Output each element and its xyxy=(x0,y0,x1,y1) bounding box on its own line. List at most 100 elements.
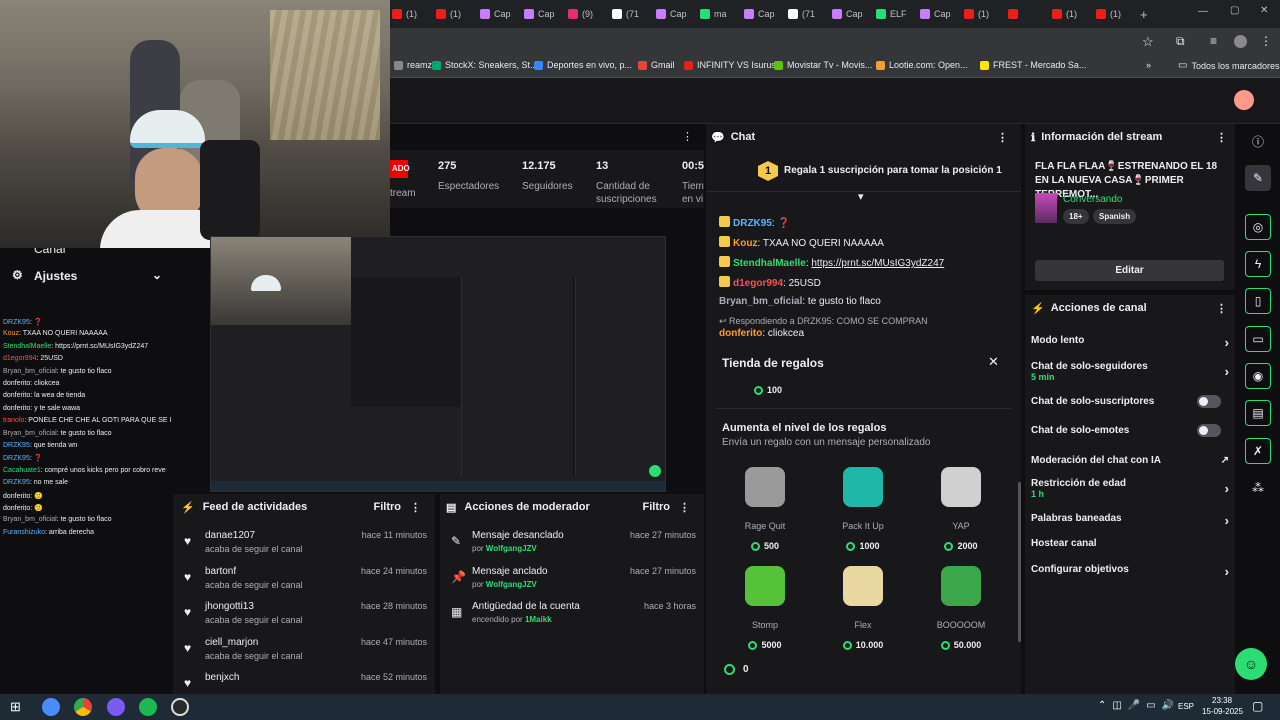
browser-tab[interactable]: Cap xyxy=(832,4,863,24)
browser-tab[interactable]: (71 xyxy=(788,4,815,24)
browser-tab[interactable]: Cap xyxy=(920,4,951,24)
channel-action-item[interactable]: Chat de solo-emotes xyxy=(1031,424,1229,437)
browser-tab[interactable]: (1) xyxy=(1052,4,1077,24)
scrollbar[interactable] xyxy=(1018,482,1021,642)
nav-item-settings[interactable]: ⚙ Ajustes ⌄ xyxy=(12,268,162,286)
bolt-icon[interactable]: ϟ xyxy=(1245,251,1271,277)
feed-username[interactable]: jhongotti13 xyxy=(205,601,254,612)
gift-item[interactable]: Stomp 5000 xyxy=(730,566,800,653)
new-tab-button[interactable]: + xyxy=(1140,4,1148,24)
activity-filter-button[interactable]: Filtro xyxy=(374,501,402,513)
browser-tab[interactable]: Cap xyxy=(524,4,555,24)
chat-link[interactable]: https://prnt.sc/MUsIG3ydZ247 xyxy=(811,258,944,269)
bookmark[interactable]: StockX: Sneakers, St... xyxy=(432,60,538,70)
feed-username[interactable]: ciell_marjon xyxy=(205,637,258,648)
chrome-icon[interactable] xyxy=(74,698,92,716)
wrench-icon[interactable]: ✗ xyxy=(1245,438,1271,464)
channel-action-item[interactable]: Restricción de edad 1 h › xyxy=(1031,478,1229,499)
collapse-icon[interactable]: ▾ xyxy=(858,190,864,203)
document-icon[interactable]: ▯ xyxy=(1245,288,1271,314)
sub-leaderboard-banner[interactable]: 1 Regala 1 suscripción para tomar la pos… xyxy=(706,150,1021,192)
bookmark[interactable]: Movistar Tv - Movis... xyxy=(774,60,872,70)
extensions-icon[interactable]: ⧉ xyxy=(1176,34,1185,49)
browser-tab[interactable]: (71 xyxy=(612,4,639,24)
stream-info-menu-icon[interactable]: ⋮ xyxy=(1216,131,1227,144)
toggle-switch[interactable] xyxy=(1197,395,1221,408)
app-icon-3[interactable] xyxy=(107,698,125,716)
more-bookmarks-button[interactable]: » xyxy=(1146,60,1151,70)
clock-time[interactable]: 23:38 xyxy=(1212,696,1232,705)
chat-username[interactable]: Kouz xyxy=(733,238,757,249)
broadcast-icon[interactable]: ◉ xyxy=(1245,363,1271,389)
menu-icon[interactable]: ⋮ xyxy=(1260,34,1272,48)
stats-menu-icon[interactable]: ⋮ xyxy=(682,130,693,143)
browser-tab[interactable]: (1) xyxy=(392,4,417,24)
browser-tab[interactable]: Cap xyxy=(656,4,687,24)
chat-username[interactable]: StendhalMaelle xyxy=(733,258,806,269)
category-thumbnail[interactable] xyxy=(1035,193,1057,223)
browser-tab[interactable]: (1) xyxy=(964,4,989,24)
toggle-switch[interactable] xyxy=(1197,424,1221,437)
all-bookmarks-folder[interactable]: ▭ Todos los marcadores xyxy=(1178,60,1280,71)
gift-item[interactable]: YAP 2000 xyxy=(926,467,996,554)
stream-preview[interactable] xyxy=(210,236,666,492)
category-link[interactable]: Conversando xyxy=(1063,194,1122,205)
chat-username[interactable]: d1egor994 xyxy=(733,278,783,289)
close-window-icon[interactable]: ✕ xyxy=(1260,5,1268,16)
bookmark[interactable]: FREST - Mercado Sa... xyxy=(980,60,1086,70)
user-avatar[interactable] xyxy=(1234,90,1254,110)
mod-action-user[interactable]: 1Maikk xyxy=(525,615,552,624)
channel-action-item[interactable]: Configurar objetivos › xyxy=(1031,564,1229,579)
queue-icon[interactable]: ≡ xyxy=(1210,34,1217,48)
tray-icons[interactable]: ⌃◫🎤▭🔊 xyxy=(1098,700,1180,711)
gift-item[interactable]: Pack It Up 1000 xyxy=(828,467,898,554)
chat-menu-icon[interactable]: ⋮ xyxy=(997,131,1008,144)
channel-action-item[interactable]: Chat de solo-seguidores 5 min › xyxy=(1031,361,1229,382)
close-icon[interactable]: ✕ xyxy=(988,354,999,370)
tag-18[interactable]: 18+ xyxy=(1063,209,1089,224)
layout-icon[interactable]: ▤ xyxy=(1245,400,1271,426)
feed-username[interactable]: bartonf xyxy=(205,566,236,577)
browser-tab[interactable] xyxy=(1008,4,1022,24)
browser-tab[interactable]: ELF xyxy=(876,4,907,24)
target-icon[interactable]: ◎ xyxy=(1245,214,1271,240)
support-chat-button[interactable]: ☺ xyxy=(1235,648,1267,680)
help-icon[interactable]: ⓘ xyxy=(1245,128,1271,154)
gift-item[interactable]: Rage Quit 500 xyxy=(730,467,800,554)
browser-tab[interactable]: Cap xyxy=(480,4,511,24)
gift-item[interactable]: Flex 10.000 xyxy=(828,566,898,653)
clock-date[interactable]: 15-09-2025 xyxy=(1202,707,1243,716)
chat-icon[interactable]: ▭ xyxy=(1245,326,1271,352)
feed-username[interactable]: benjxch xyxy=(205,672,239,683)
edit-button[interactable]: Editar xyxy=(1035,260,1224,281)
bookmark[interactable]: Gmail xyxy=(638,60,675,70)
channel-action-item[interactable]: Hostear canal xyxy=(1031,538,1229,549)
pencil-icon[interactable]: ✎ xyxy=(1245,165,1271,191)
bookmark[interactable]: Deportes en vivo, p... xyxy=(534,60,632,70)
maximize-icon[interactable]: ▢ xyxy=(1230,5,1239,16)
bookmark[interactable]: Lootie.com: Open... xyxy=(876,60,968,70)
minimize-icon[interactable]: — xyxy=(1198,6,1208,17)
gift-item[interactable]: BOOOOOM 50.000 xyxy=(926,566,996,653)
channel-action-item[interactable]: Modo lento › xyxy=(1031,335,1229,350)
notifications-icon[interactable]: ▢ xyxy=(1252,699,1263,713)
activity-menu-icon[interactable]: ⋮ xyxy=(410,501,421,514)
bookmark[interactable]: INFINITY VS Isurus xyxy=(684,60,776,70)
chat-username[interactable]: Bryan_bm_oficial xyxy=(719,296,802,307)
feed-username[interactable]: danae1207 xyxy=(205,530,255,541)
browser-tab[interactable]: (9) xyxy=(568,4,593,24)
windows-start-icon[interactable]: ⊞ xyxy=(10,699,21,715)
browser-tab[interactable]: (1) xyxy=(1096,4,1121,24)
channel-actions-menu-icon[interactable]: ⋮ xyxy=(1216,302,1227,315)
browser-tab[interactable]: (1) xyxy=(436,4,461,24)
language-indicator[interactable]: ESP xyxy=(1178,702,1194,711)
browser-tab[interactable]: Cap xyxy=(744,4,775,24)
tag-spanish[interactable]: Spanish xyxy=(1093,209,1137,224)
mod-menu-icon[interactable]: ⋮ xyxy=(679,501,690,514)
mod-action-user[interactable]: WolfgangJZV xyxy=(486,580,537,589)
chat-username[interactable]: DRZK95 xyxy=(733,218,772,229)
channel-action-item[interactable]: Chat de solo-suscriptores xyxy=(1031,395,1229,408)
mod-action-user[interactable]: WolfgangJZV xyxy=(486,544,537,553)
spotify-icon[interactable] xyxy=(139,698,157,716)
extensions-icon[interactable]: ⁂ xyxy=(1245,475,1271,501)
